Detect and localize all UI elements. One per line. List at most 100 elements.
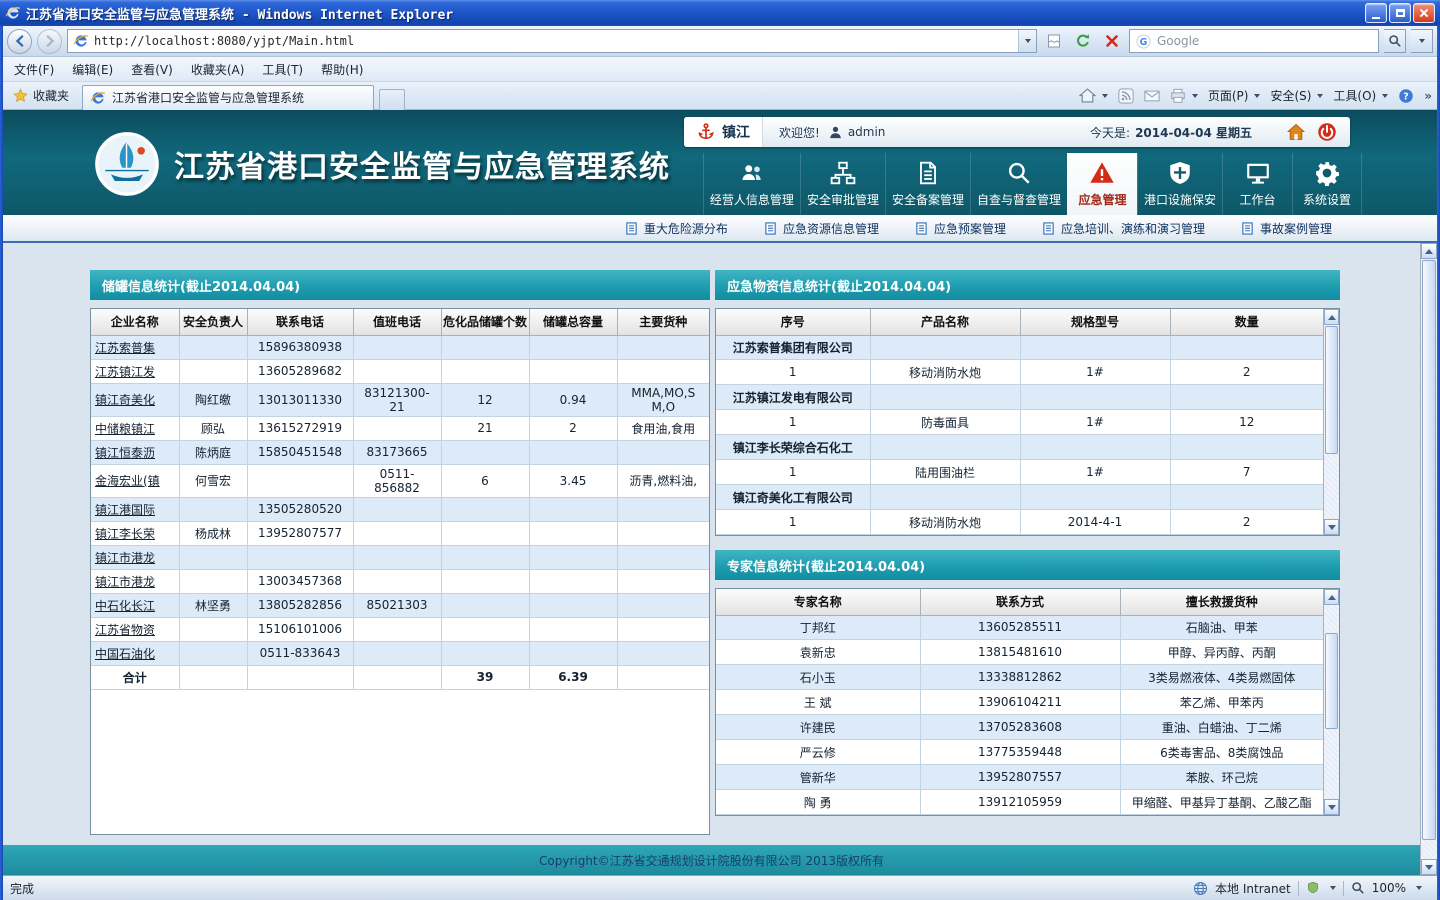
cell-expert-name: 袁新忠 xyxy=(716,639,921,666)
scroll-thumb[interactable] xyxy=(1325,633,1338,729)
nav-item-shield[interactable]: 港口设施保安 xyxy=(1136,153,1222,215)
company-link[interactable]: 镇江港国际 xyxy=(91,497,180,522)
company-link[interactable]: 江苏省物资 xyxy=(91,617,180,642)
scroll-up-button[interactable] xyxy=(1324,309,1339,325)
company-link[interactable]: 中储粮镇江 xyxy=(91,416,180,441)
nav-item-warning[interactable]: 应急管理 xyxy=(1066,153,1137,215)
cell-tank-count xyxy=(441,569,530,594)
table-row: 镇江港国际 13505280520 xyxy=(91,497,709,522)
menu-item[interactable]: 工具(T) xyxy=(253,58,312,81)
nav-item-search[interactable]: 自查与督查管理 xyxy=(969,153,1067,215)
nav-item-gear[interactable]: 系统设置 xyxy=(1292,153,1362,215)
subnav-item[interactable]: 应急预案管理 xyxy=(915,220,1006,237)
subnav-item[interactable]: 重大危险源分布 xyxy=(625,220,728,237)
cell-qty: 7 xyxy=(1170,459,1323,486)
search-options-button[interactable] xyxy=(1411,29,1433,53)
company-link[interactable]: 镇江李长荣 xyxy=(91,521,180,546)
window-frame-left xyxy=(0,26,3,900)
safety-menu-button[interactable]: 安全(S) xyxy=(1270,87,1324,104)
column-header: 安全负责人 xyxy=(178,309,248,336)
port-selector[interactable]: 镇江 xyxy=(684,117,763,147)
read-mail-button[interactable] xyxy=(1144,88,1160,104)
scroll-up-button[interactable] xyxy=(1421,243,1437,259)
nav-item-doc[interactable]: 安全备案管理 xyxy=(884,153,970,215)
menu-item[interactable]: 文件(F) xyxy=(5,58,63,81)
nav-item-users[interactable]: 经营人信息管理 xyxy=(702,153,800,215)
close-button[interactable] xyxy=(1413,3,1435,23)
nav-item-monitor[interactable]: 工作台 xyxy=(1222,153,1292,215)
minimize-button[interactable] xyxy=(1365,3,1387,23)
search-box[interactable]: G Google xyxy=(1129,29,1379,53)
cell-phone: 15106101006 xyxy=(247,617,354,642)
page: 储罐信息统计(截止2014.04.04) 企业名称 安全负责人 联系电话 值班电话 危化… xyxy=(0,243,1440,875)
toolbar-overflow-button[interactable]: » xyxy=(1424,89,1432,103)
table-row: 王 斌 13906104211 苯乙烯、甲苯丙 xyxy=(716,689,1323,716)
company-link[interactable]: 镇江市港龙 xyxy=(91,545,180,570)
company-group-name: 江苏索普集团有限公司 xyxy=(716,335,871,361)
company-link[interactable]: 中国石油化 xyxy=(91,641,180,666)
cell-expert-name: 陶 勇 xyxy=(716,789,921,815)
company-link[interactable]: 镇江奇美化 xyxy=(91,383,180,417)
subnav-item[interactable]: 应急培训、演练和演习管理 xyxy=(1042,220,1205,237)
home-icon[interactable] xyxy=(1286,122,1306,142)
menu-item[interactable]: 查看(V) xyxy=(122,58,182,81)
scroll-thumb[interactable] xyxy=(1422,260,1436,840)
scroll-down-button[interactable] xyxy=(1324,519,1339,535)
cell-product: 陆用围油栏 xyxy=(870,459,1021,486)
forward-button[interactable] xyxy=(37,28,62,54)
zoom-caret[interactable] xyxy=(1416,886,1422,890)
menu-item[interactable]: 收藏夹(A) xyxy=(182,58,254,81)
compatibility-view-button[interactable] xyxy=(1042,30,1066,52)
protected-mode-caret[interactable] xyxy=(1329,886,1336,890)
table-row: 许建民 13705283608 重油、白蜡油、丁二烯 xyxy=(716,714,1323,741)
logout-icon[interactable] xyxy=(1317,122,1337,142)
back-button[interactable] xyxy=(7,28,32,54)
help-button[interactable]: ? xyxy=(1398,88,1414,104)
page-menu-button[interactable]: 页面(P) xyxy=(1208,87,1261,104)
scroll-down-button[interactable] xyxy=(1421,859,1437,875)
zoom-level[interactable]: 100% xyxy=(1372,881,1406,895)
feeds-button[interactable] xyxy=(1118,87,1134,104)
address-field[interactable]: http://localhost:8080/yjpt/Main.html xyxy=(67,29,1037,53)
subnav-item[interactable]: 事故案例管理 xyxy=(1241,220,1332,237)
address-dropdown-button[interactable] xyxy=(1018,30,1036,52)
refresh-button[interactable] xyxy=(1071,30,1095,52)
subnav-item[interactable]: 应急资源信息管理 xyxy=(764,220,879,237)
new-tab-button[interactable] xyxy=(379,88,406,110)
company-link[interactable]: 金海宏业(镇 xyxy=(91,464,180,498)
home-button[interactable] xyxy=(1078,87,1108,104)
cell-contact: 13906104211 xyxy=(920,689,1121,716)
restore-button[interactable] xyxy=(1389,3,1411,23)
protected-mode-icon[interactable] xyxy=(1306,881,1320,895)
experts-scrollbar[interactable] xyxy=(1323,589,1339,815)
page-scrollbar[interactable] xyxy=(1420,243,1437,875)
menu-item[interactable]: 编辑(E) xyxy=(63,58,122,81)
scroll-thumb[interactable] xyxy=(1325,326,1338,454)
supplies-scrollbar[interactable] xyxy=(1323,309,1339,535)
browser-tab[interactable]: 江苏省港口安全监管与应急管理系统 xyxy=(82,84,375,110)
tools-menu-button[interactable]: 工具(O) xyxy=(1333,87,1389,104)
company-link[interactable]: 江苏索普集 xyxy=(91,335,180,360)
stop-button[interactable] xyxy=(1100,30,1124,52)
search-button[interactable] xyxy=(1384,29,1406,53)
cell-empty xyxy=(870,434,1021,461)
cell-cargo xyxy=(617,335,709,360)
username: admin xyxy=(847,125,886,139)
url-text[interactable]: http://localhost:8080/yjpt/Main.html xyxy=(94,34,1018,48)
favorites-button[interactable]: 收藏夹 xyxy=(5,85,77,106)
company-link[interactable]: 镇江市港龙 xyxy=(91,569,180,594)
print-button[interactable] xyxy=(1170,88,1198,104)
cell-expert-name: 王 斌 xyxy=(716,689,921,716)
company-link[interactable]: 中石化长江 xyxy=(91,593,180,618)
company-link[interactable]: 镇江恒泰沥 xyxy=(91,440,180,465)
cell-qty: 12 xyxy=(1170,409,1323,436)
company-link[interactable]: 江苏镇江发 xyxy=(91,359,180,384)
nav-item-org[interactable]: 安全审批管理 xyxy=(799,153,885,215)
menu-item[interactable]: 帮助(H) xyxy=(312,58,372,81)
search-input[interactable]: Google xyxy=(1157,34,1372,48)
scroll-up-button[interactable] xyxy=(1324,589,1339,605)
scroll-down-button[interactable] xyxy=(1324,799,1339,815)
app-title: 江苏省港口安全监管与应急管理系统 xyxy=(174,150,670,185)
cell-officer xyxy=(179,545,248,570)
tank-panel-header: 储罐信息统计(截止2014.04.04) xyxy=(90,270,710,300)
